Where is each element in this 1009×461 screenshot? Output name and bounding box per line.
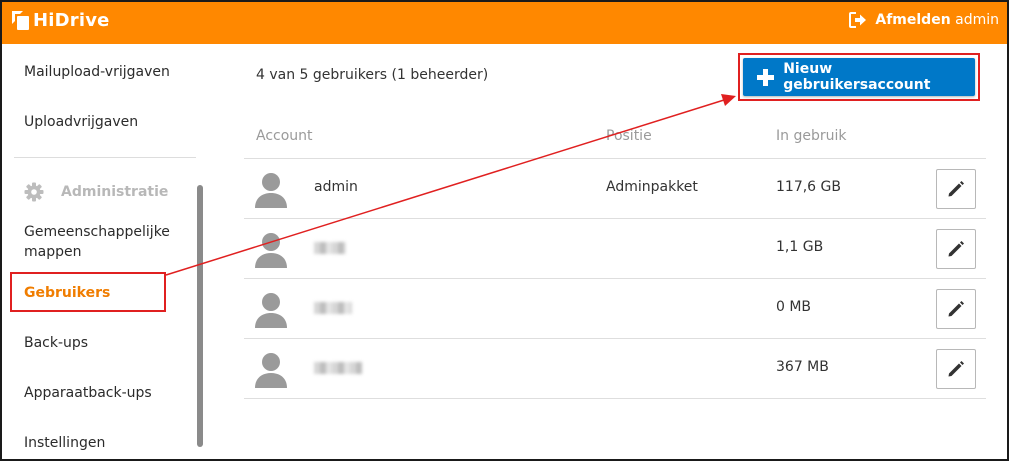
account-position: Adminpakket: [606, 179, 698, 195]
logo-text: HiDrive: [33, 10, 110, 31]
account-usage: 0 MB: [776, 299, 812, 315]
pencil-icon: [948, 361, 964, 377]
sidebar: Mailupload-vrijgaven Uploadvrijgaven Adm…: [2, 44, 207, 459]
app-window: HiDrive Afmelden admin Mailupload-vrijga…: [0, 0, 1009, 461]
table-row[interactable]: 0 MB: [244, 279, 986, 339]
edit-user-button[interactable]: [936, 289, 976, 329]
pencil-icon: [948, 301, 964, 317]
edit-user-button[interactable]: [936, 229, 976, 269]
users-panel: 4 van 5 gebruikers (1 beheerder) Nieuw g…: [244, 44, 989, 459]
sidebar-item-back-ups[interactable]: Back-ups: [24, 333, 194, 353]
account-usage: 1,1 GB: [776, 239, 824, 255]
user-avatar-icon: [255, 293, 287, 328]
logout-button[interactable]: Afmelden admin: [849, 12, 999, 28]
annotation-highlight-button: [738, 53, 980, 101]
table-row[interactable]: 1,1 GB: [244, 219, 986, 279]
logout-icon: [849, 12, 867, 28]
column-header-usage[interactable]: In gebruik: [776, 128, 846, 144]
pencil-icon: [948, 181, 964, 197]
sidebar-divider: [14, 157, 196, 158]
redacted-account-name: [314, 302, 352, 314]
sidebar-item-uploadvrijgaven[interactable]: Uploadvrijgaven: [24, 112, 194, 132]
sidebar-item-instellingen[interactable]: Instellingen: [24, 433, 194, 453]
gear-icon: [24, 182, 44, 202]
pencil-icon: [948, 241, 964, 257]
table-row[interactable]: 367 MB: [244, 339, 986, 399]
sidebar-scrollbar[interactable]: [197, 185, 203, 447]
logout-label: Afmelden: [875, 12, 951, 28]
user-avatar-icon: [255, 353, 287, 388]
sidebar-item-apparaatback-ups[interactable]: Apparaatback-ups: [24, 383, 194, 403]
redacted-account-name: [314, 362, 362, 374]
top-bar: HiDrive Afmelden admin: [2, 2, 1007, 44]
redacted-account-name: [314, 242, 346, 254]
edit-user-button[interactable]: [936, 349, 976, 389]
edit-user-button[interactable]: [936, 169, 976, 209]
user-avatar-icon: [255, 233, 287, 268]
annotation-highlight-nav: [10, 272, 166, 312]
user-count: 4 van 5 gebruikers (1 beheerder): [256, 67, 489, 83]
logo-mark-icon: [12, 11, 29, 30]
sidebar-section-title: Administratie: [61, 184, 169, 200]
account-usage: 367 MB: [776, 359, 829, 375]
sidebar-section-administratie: Administratie: [24, 182, 168, 202]
sidebar-item-gemeenschappelijke-mappen[interactable]: Gemeenschappelijke mappen: [24, 222, 194, 262]
hidrive-logo[interactable]: HiDrive: [12, 10, 110, 31]
table-row[interactable]: admin Adminpakket 117,6 GB: [244, 159, 986, 219]
column-header-account[interactable]: Account: [256, 128, 313, 144]
logged-in-user: admin: [955, 12, 999, 28]
account-usage: 117,6 GB: [776, 179, 841, 195]
sidebar-item-mailupload[interactable]: Mailupload-vrijgaven: [24, 62, 194, 82]
table-divider: [244, 398, 986, 399]
column-header-position[interactable]: Positie: [606, 128, 652, 144]
user-avatar-icon: [255, 173, 287, 208]
account-name: admin: [314, 179, 358, 195]
